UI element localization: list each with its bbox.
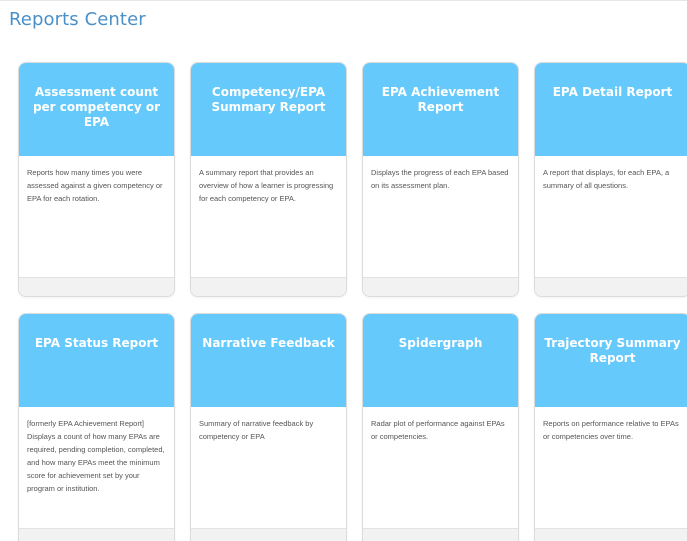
card-footer [19,529,174,541]
card-footer [191,278,346,296]
card-title: Trajectory Summary Report [544,336,681,365]
reports-center-page: Reports Center Assessment count per comp… [0,0,687,541]
card-description: Reports how many times you were assessed… [27,168,163,203]
card-header: Trajectory Summary Report [535,314,687,407]
card-description: Displays the progress of each EPA based … [371,168,509,190]
page-title: Reports Center [9,9,146,30]
card-description: Reports on performance relative to EPAs … [543,419,679,441]
report-card-competency-epa-summary[interactable]: Competency/EPA Summary Report A summary … [190,62,347,297]
card-description: A report that displays, for each EPA, a … [543,168,670,190]
report-card-narrative-feedback[interactable]: Narrative Feedback Summary of narrative … [190,313,347,541]
card-body: Reports how many times you were assessed… [19,156,174,278]
card-body: Displays the progress of each EPA based … [363,156,518,278]
card-footer [535,278,687,296]
card-header: Narrative Feedback [191,314,346,407]
card-title: Assessment count per competency or EPA [32,85,161,129]
card-description: Radar plot of performance against EPAs o… [371,419,505,441]
card-header: Assessment count per competency or EPA [19,63,174,156]
card-header: EPA Status Report [19,314,174,407]
report-card-epa-achievement[interactable]: EPA Achievement Report Displays the prog… [362,62,519,297]
card-header: Competency/EPA Summary Report [191,63,346,156]
card-title: EPA Achievement Report [381,85,500,114]
card-header: Spidergraph [363,314,518,407]
card-title: Narrative Feedback [202,336,335,350]
card-header: EPA Detail Report [535,63,687,156]
report-card-grid: Assessment count per competency or EPA R… [18,62,687,541]
card-title: EPA Detail Report [552,85,673,99]
card-body: Radar plot of performance against EPAs o… [363,407,518,529]
card-body: Reports on performance relative to EPAs … [535,407,687,529]
card-header: EPA Achievement Report [363,63,518,156]
report-card-epa-detail[interactable]: EPA Detail Report A report that displays… [534,62,687,297]
report-card-trajectory-summary[interactable]: Trajectory Summary Report Reports on per… [534,313,687,541]
card-footer [363,278,518,296]
card-footer [535,529,687,541]
card-description: A summary report that provides an overvi… [199,168,334,203]
card-title: Spidergraph [398,336,483,350]
report-card-assessment-count[interactable]: Assessment count per competency or EPA R… [18,62,175,297]
card-description: [formerly EPA Achievement Report] Displa… [27,419,165,493]
report-card-spidergraph[interactable]: Spidergraph Radar plot of performance ag… [362,313,519,541]
card-description: Summary of narrative feedback by compete… [199,419,314,441]
card-footer [191,529,346,541]
card-body: A summary report that provides an overvi… [191,156,346,278]
card-title: Competency/EPA Summary Report [211,85,326,114]
card-footer [363,529,518,541]
card-body: A report that displays, for each EPA, a … [535,156,687,278]
card-body: [formerly EPA Achievement Report] Displa… [19,407,174,529]
card-title: EPA Status Report [34,336,159,350]
card-footer [19,278,174,296]
report-card-epa-status[interactable]: EPA Status Report [formerly EPA Achievem… [18,313,175,541]
card-body: Summary of narrative feedback by compete… [191,407,346,529]
